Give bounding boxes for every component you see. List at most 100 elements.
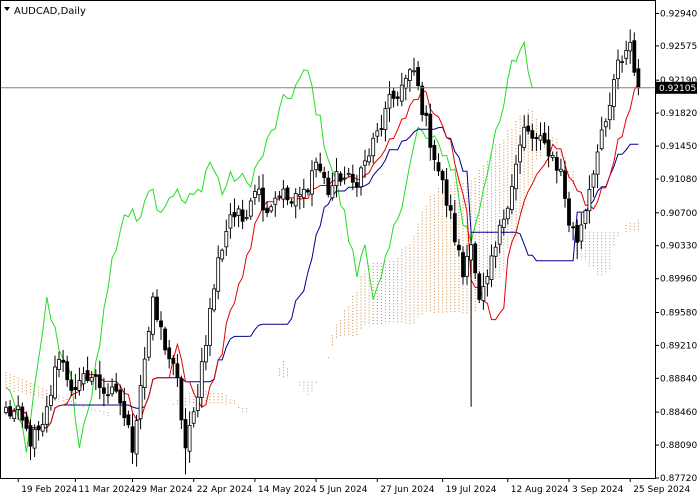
candle — [146, 326, 151, 361]
candle — [477, 271, 482, 303]
candle — [191, 407, 196, 428]
candle — [53, 355, 57, 400]
candle-body-bull — [252, 191, 257, 198]
candle — [203, 335, 208, 371]
candle-body-bull — [514, 163, 518, 190]
candle-body-bear — [261, 187, 265, 211]
y-tick-label: 0.90700 — [660, 209, 697, 219]
candle-body-bear — [24, 416, 29, 429]
candle-body-bear — [350, 173, 355, 183]
candle-body-bear — [318, 163, 323, 172]
candle — [575, 219, 580, 260]
candle — [310, 160, 314, 207]
candle-body-bear — [420, 85, 425, 116]
candle-body-bull — [607, 105, 612, 121]
candle — [456, 238, 461, 257]
candle-body-bear — [575, 224, 580, 243]
candle-body-bull — [12, 410, 17, 419]
candle — [265, 201, 270, 218]
candle — [301, 178, 306, 208]
candle — [509, 174, 514, 215]
candle-body-bull — [375, 130, 380, 137]
candle — [305, 188, 310, 196]
candle — [501, 209, 506, 236]
candle-body-bull — [371, 137, 376, 157]
candle-body-bull — [248, 200, 253, 217]
candle — [102, 377, 106, 407]
candle-body-bull — [485, 276, 490, 285]
candle — [522, 115, 527, 151]
candle — [73, 374, 78, 399]
y-tick-label: 0.91820 — [660, 109, 697, 119]
candle-body-bull — [53, 366, 57, 399]
candle — [424, 105, 429, 127]
candle — [228, 203, 233, 239]
candle-body-bull — [501, 218, 506, 228]
candle-body-bull — [293, 193, 298, 207]
candle — [554, 151, 559, 184]
candlestick-chart: 0.929400.925750.921900.918200.914500.910… — [0, 0, 697, 495]
candle-body-bear — [179, 378, 184, 421]
candle — [195, 383, 200, 418]
y-tick-label: 0.91450 — [660, 142, 697, 152]
candle-body-bear — [155, 296, 159, 321]
candle-body-bull — [220, 249, 225, 260]
candle-body-bear — [428, 113, 433, 148]
candle — [379, 114, 384, 137]
candle — [350, 164, 355, 191]
candle — [505, 206, 510, 225]
candle — [567, 191, 571, 233]
candle — [4, 401, 8, 415]
x-tick-label: 14 May 2024 — [258, 485, 317, 495]
candle-body-bull — [363, 160, 367, 166]
candle — [399, 72, 404, 107]
candle-body-bear — [477, 273, 482, 300]
candle-body-bear — [159, 320, 163, 328]
y-tick-label: 0.91080 — [660, 175, 697, 185]
candle — [595, 144, 600, 189]
candle-body-bull — [187, 424, 192, 452]
candle — [465, 244, 469, 285]
candle — [289, 198, 294, 208]
candle-body-bull — [407, 69, 412, 82]
candle — [179, 375, 184, 429]
candle-body-bull — [616, 59, 620, 79]
candle-body-bull — [403, 77, 408, 89]
candle — [159, 311, 163, 340]
candle — [591, 170, 596, 198]
candle-body-bull — [281, 188, 286, 200]
candle — [493, 241, 498, 268]
candle — [469, 232, 474, 407]
candle — [220, 248, 225, 263]
candle — [583, 208, 588, 230]
candle-body-bull — [387, 94, 392, 109]
candle — [448, 194, 453, 220]
candle-body-bull — [591, 173, 596, 188]
y-tick-label: 0.87720 — [660, 474, 697, 484]
candle — [432, 139, 437, 171]
candle — [36, 421, 41, 441]
candle-body-bear — [338, 173, 343, 182]
candle-body-bull — [16, 405, 21, 410]
candle — [155, 289, 159, 323]
triangle-down-icon[interactable] — [4, 7, 10, 11]
candle-body-bull — [481, 286, 486, 302]
candle-body-bear — [542, 132, 547, 144]
candle-body-bull — [465, 255, 469, 277]
candle — [579, 212, 584, 250]
candle-body-bull — [620, 61, 624, 63]
candle-body-bear — [126, 414, 131, 426]
candle-body-bull — [89, 377, 94, 382]
candle — [330, 172, 335, 201]
x-tick-label: 19 Feb 2024 — [21, 485, 77, 495]
candle-body-bull — [40, 423, 45, 432]
chart-title: AUDCAD,Daily — [4, 6, 86, 17]
candle-body-bear — [395, 96, 400, 99]
candle — [371, 132, 376, 164]
candle — [452, 200, 457, 246]
candle — [338, 171, 343, 186]
candle-body-bear — [167, 347, 172, 360]
candle-body-bear — [289, 201, 294, 204]
candle — [395, 91, 400, 106]
candle-body-bull — [346, 172, 351, 176]
